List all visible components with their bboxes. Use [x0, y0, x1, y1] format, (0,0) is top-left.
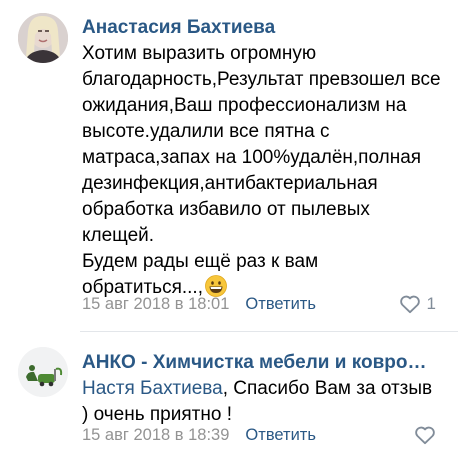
- avatar-photo: [18, 13, 68, 63]
- heart-icon: [415, 426, 435, 445]
- reply-to-link[interactable]: Настя Бахтиева: [82, 378, 223, 399]
- reply-button[interactable]: Ответить: [245, 426, 316, 444]
- comment-text: Настя Бахтиева, Спасибо Вам за отзыв ) о…: [82, 376, 442, 428]
- like-button[interactable]: [414, 425, 436, 445]
- comment-date[interactable]: 15 авг 2018 в 18:39: [82, 426, 229, 444]
- comment-item: АНКО - Химчистка мебели и ковров Саратов…: [0, 331, 458, 470]
- comment-body: Хотим выразить огромную благодарность,Ре…: [82, 43, 441, 298]
- comment-author[interactable]: АНКО - Химчистка мебели и ковров Саратов: [82, 352, 437, 374]
- reply-button[interactable]: Ответить: [245, 295, 316, 313]
- comment-meta: 15 авг 2018 в 18:39 Ответить: [82, 426, 316, 445]
- comment-date[interactable]: 15 авг 2018 в 18:01: [82, 295, 229, 313]
- comment-author[interactable]: Анастасия Бахтиева: [82, 17, 442, 39]
- avatar-logo: [18, 347, 68, 397]
- heart-icon: [399, 295, 420, 314]
- comment-text: Хотим выразить огромную благодарность,Ре…: [82, 41, 442, 301]
- avatar[interactable]: [18, 13, 68, 63]
- avatar[interactable]: [18, 347, 68, 397]
- like-button[interactable]: 1: [399, 294, 436, 314]
- comment-meta: 15 авг 2018 в 18:01 Ответить: [82, 295, 316, 314]
- like-count: 1: [426, 294, 436, 313]
- comment-item: Анастасия Бахтиева Хотим выразить огромн…: [0, 0, 458, 331]
- grinning-face-icon: [205, 275, 227, 297]
